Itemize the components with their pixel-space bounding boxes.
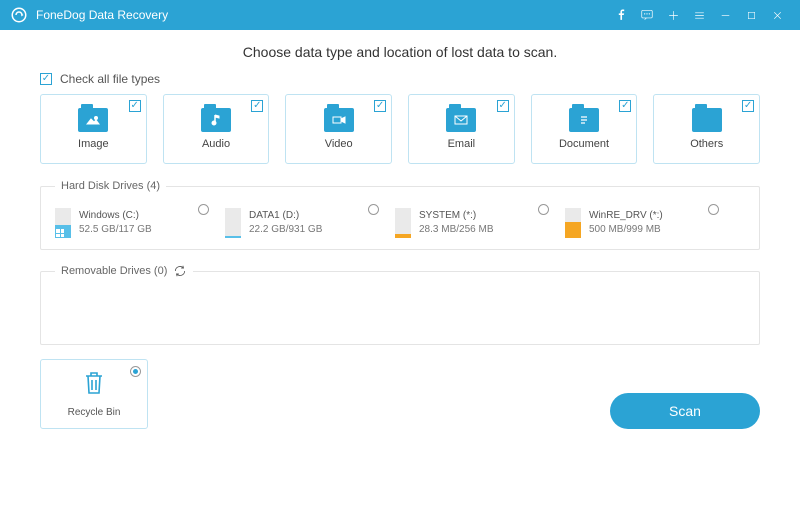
menu-icon[interactable]: [686, 0, 712, 30]
titlebar: FoneDog Data Recovery: [0, 0, 800, 30]
others-icon: [692, 108, 722, 132]
type-others-label: Others: [690, 138, 723, 150]
drive-winre-fill: [565, 222, 581, 238]
trash-icon: [82, 370, 106, 401]
facebook-icon[interactable]: [608, 0, 634, 30]
type-email[interactable]: Email: [408, 94, 515, 164]
drive-d[interactable]: DATA1 (D:) 22.2 GB/931 GB: [225, 204, 385, 238]
check-all-row[interactable]: Check all file types: [40, 72, 760, 86]
drive-d-fill: [225, 236, 241, 238]
type-audio-checkbox[interactable]: [251, 100, 263, 112]
check-all-label: Check all file types: [60, 72, 160, 86]
check-all-checkbox[interactable]: [40, 73, 52, 85]
type-email-label: Email: [448, 138, 476, 150]
drive-system-radio[interactable]: [538, 204, 549, 215]
drive-d-radio[interactable]: [368, 204, 379, 215]
type-others-checkbox[interactable]: [742, 100, 754, 112]
windows-icon: [56, 229, 64, 237]
type-audio-label: Audio: [202, 138, 230, 150]
removable-group: Removable Drives (0): [40, 264, 760, 345]
type-email-checkbox[interactable]: [497, 100, 509, 112]
audio-icon: [201, 108, 231, 132]
type-image-checkbox[interactable]: [129, 100, 141, 112]
hdd-group: Hard Disk Drives (4) Windows (C:) 52.5 G…: [40, 180, 760, 250]
drive-winre-radio[interactable]: [708, 204, 719, 215]
type-document[interactable]: Document: [531, 94, 638, 164]
document-icon: [569, 108, 599, 132]
drive-winre-size: 500 MB/999 MB: [589, 223, 663, 237]
plus-icon[interactable]: [660, 0, 686, 30]
recycle-bin-card[interactable]: Recycle Bin: [40, 359, 148, 429]
removable-legend-text: Removable Drives (0): [61, 265, 167, 277]
drive-d-size: 22.2 GB/931 GB: [249, 223, 322, 237]
drive-winre-name: WinRE_DRV (*:): [589, 209, 663, 223]
app-title: FoneDog Data Recovery: [36, 8, 168, 22]
close-icon[interactable]: [764, 0, 790, 30]
drive-c-size: 52.5 GB/117 GB: [79, 223, 152, 237]
drive-system-size: 28.3 MB/256 MB: [419, 223, 493, 237]
file-type-row: Image Audio Video Email Document Others: [40, 94, 760, 164]
type-video[interactable]: Video: [285, 94, 392, 164]
type-image-label: Image: [78, 138, 109, 150]
type-video-checkbox[interactable]: [374, 100, 386, 112]
type-document-label: Document: [559, 138, 609, 150]
refresh-icon[interactable]: [173, 264, 187, 278]
drive-system[interactable]: SYSTEM (*:) 28.3 MB/256 MB: [395, 204, 555, 238]
video-icon: [324, 108, 354, 132]
type-audio[interactable]: Audio: [163, 94, 270, 164]
app-logo-icon: [10, 6, 28, 24]
drive-c-name: Windows (C:): [79, 209, 152, 223]
removable-body: [55, 290, 745, 334]
feedback-icon[interactable]: [634, 0, 660, 30]
drive-system-fill: [395, 234, 411, 239]
drive-c[interactable]: Windows (C:) 52.5 GB/117 GB: [55, 204, 215, 238]
recycle-bin-label: Recycle Bin: [68, 407, 121, 418]
type-video-label: Video: [325, 138, 353, 150]
drive-system-name: SYSTEM (*:): [419, 209, 493, 223]
drive-c-radio[interactable]: [198, 204, 209, 215]
minimize-icon[interactable]: [712, 0, 738, 30]
image-icon: [78, 108, 108, 132]
drive-d-name: DATA1 (D:): [249, 209, 322, 223]
hdd-legend: Hard Disk Drives (4): [55, 180, 166, 192]
maximize-icon[interactable]: [738, 0, 764, 30]
drive-winre[interactable]: WinRE_DRV (*:) 500 MB/999 MB: [565, 204, 725, 238]
page-heading: Choose data type and location of lost da…: [40, 44, 760, 60]
type-document-checkbox[interactable]: [619, 100, 631, 112]
removable-legend: Removable Drives (0): [55, 264, 193, 278]
email-icon: [446, 108, 476, 132]
type-image[interactable]: Image: [40, 94, 147, 164]
scan-button[interactable]: Scan: [610, 393, 760, 429]
type-others[interactable]: Others: [653, 94, 760, 164]
recycle-bin-radio[interactable]: [130, 366, 141, 377]
